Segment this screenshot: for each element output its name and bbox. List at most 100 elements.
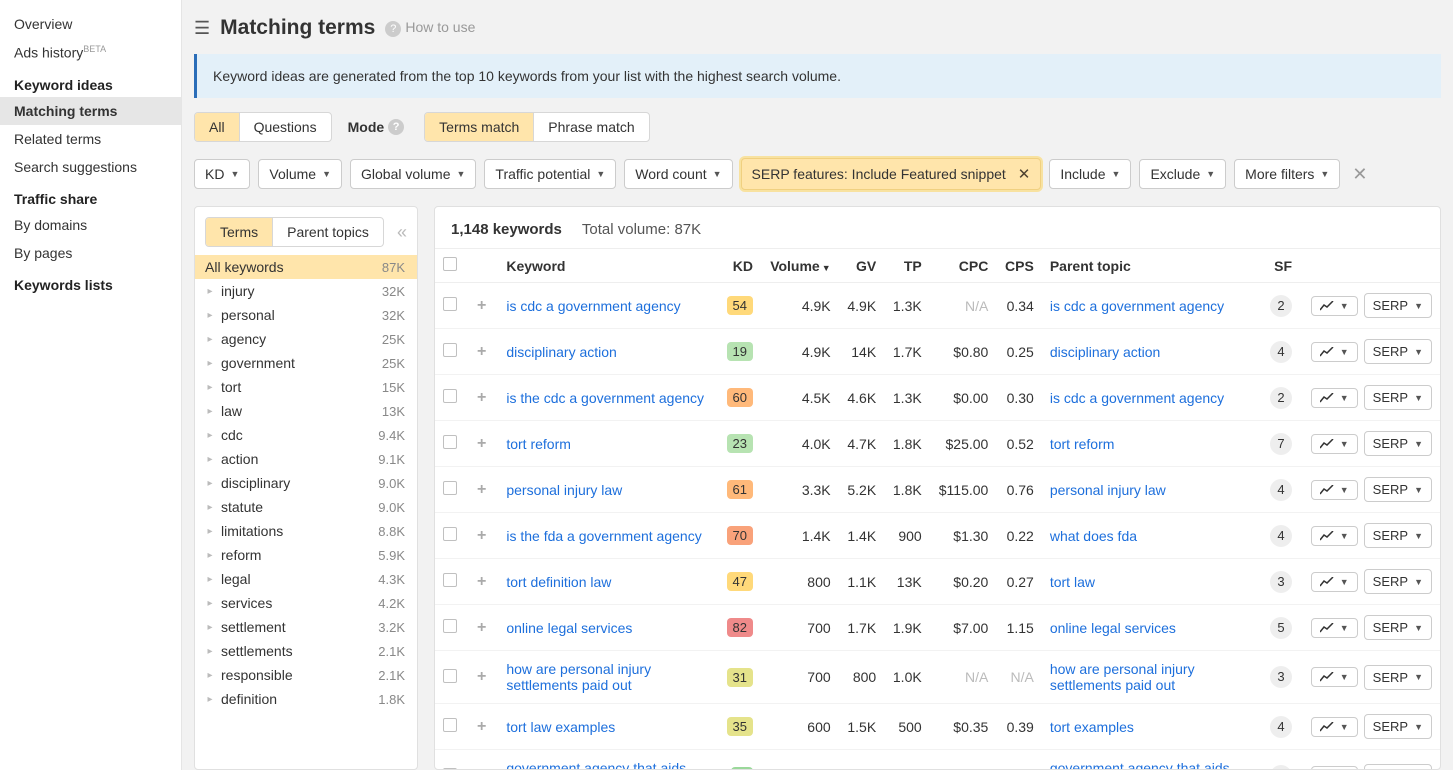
keyword-link[interactable]: tort law examples	[506, 719, 615, 735]
term-row[interactable]: ▸responsible2.1K	[195, 663, 417, 687]
serp-button[interactable]: SERP ▼	[1364, 339, 1432, 364]
trend-button[interactable]: ▼	[1311, 667, 1358, 687]
row-checkbox[interactable]	[443, 435, 457, 449]
serp-button[interactable]: SERP ▼	[1364, 385, 1432, 410]
keyword-link[interactable]: is the fda a government agency	[506, 528, 701, 544]
serp-button[interactable]: SERP ▼	[1364, 569, 1432, 594]
expand-icon[interactable]: +	[477, 435, 486, 452]
keyword-link[interactable]: tort definition law	[506, 574, 611, 590]
expand-icon[interactable]: +	[477, 573, 486, 590]
trend-button[interactable]: ▼	[1311, 618, 1358, 638]
keyword-link[interactable]: is cdc a government agency	[506, 298, 680, 314]
col-kd[interactable]: KD	[718, 249, 761, 283]
row-checkbox[interactable]	[443, 768, 457, 770]
parent-topic-link[interactable]: tort examples	[1050, 719, 1134, 735]
select-all-checkbox[interactable]	[443, 257, 457, 271]
parent-topic-link[interactable]: tort law	[1050, 574, 1095, 590]
view-questions[interactable]: Questions	[240, 113, 331, 141]
sf-badge[interactable]: 4	[1270, 525, 1292, 547]
sidebar-item-by-pages[interactable]: By pages	[0, 239, 181, 267]
parent-topic-link[interactable]: online legal services	[1050, 620, 1176, 636]
keyword-link[interactable]: is the cdc a government agency	[506, 390, 704, 406]
serp-button[interactable]: SERP ▼	[1364, 477, 1432, 502]
trend-button[interactable]: ▼	[1311, 766, 1358, 769]
clear-filters-icon[interactable]: ✕	[1352, 164, 1367, 185]
term-row[interactable]: ▸statute9.0K	[195, 495, 417, 519]
sidebar-item-search-suggestions[interactable]: Search suggestions	[0, 153, 181, 181]
help-icon[interactable]: ?	[388, 119, 404, 135]
serp-button[interactable]: SERP ▼	[1364, 665, 1432, 690]
expand-icon[interactable]: +	[477, 527, 486, 544]
term-row[interactable]: ▸law13K	[195, 399, 417, 423]
serp-button[interactable]: SERP ▼	[1364, 714, 1432, 739]
expand-icon[interactable]: +	[477, 389, 486, 406]
parent-topic-link[interactable]: tort reform	[1050, 436, 1115, 452]
expand-icon[interactable]: +	[477, 297, 486, 314]
col-volume[interactable]: Volume▼	[761, 249, 839, 283]
expand-icon[interactable]: +	[477, 619, 486, 636]
col-sf[interactable]: SF	[1261, 249, 1300, 283]
trend-button[interactable]: ▼	[1311, 342, 1358, 362]
parent-topic-link[interactable]: what does fda	[1050, 528, 1137, 544]
sf-badge[interactable]: 4	[1270, 479, 1292, 501]
filter-include[interactable]: Include▼	[1049, 159, 1131, 189]
term-row[interactable]: ▸personal32K	[195, 303, 417, 327]
parent-topic-link[interactable]: personal injury law	[1050, 482, 1166, 498]
expand-icon[interactable]: +	[477, 481, 486, 498]
sf-badge[interactable]: 4	[1270, 341, 1292, 363]
terms-tab-parent-topics[interactable]: Parent topics	[273, 218, 383, 246]
row-checkbox[interactable]	[443, 297, 457, 311]
row-checkbox[interactable]	[443, 343, 457, 357]
term-row[interactable]: ▸services4.2K	[195, 591, 417, 615]
parent-topic-link[interactable]: government agency that aids entrepreneur…	[1050, 760, 1250, 769]
trend-button[interactable]: ▼	[1311, 296, 1358, 316]
trend-button[interactable]: ▼	[1311, 572, 1358, 592]
filter-more[interactable]: More filters▼	[1234, 159, 1340, 189]
serp-button[interactable]: SERP ▼	[1364, 523, 1432, 548]
serp-button[interactable]: SERP ▼	[1364, 431, 1432, 456]
trend-button[interactable]: ▼	[1311, 480, 1358, 500]
sidebar-item-related-terms[interactable]: Related terms	[0, 125, 181, 153]
view-all[interactable]: All	[195, 113, 240, 141]
filter-volume[interactable]: Volume▼	[258, 159, 342, 189]
expand-icon[interactable]: +	[477, 767, 486, 769]
serp-button[interactable]: SERP ▼	[1364, 764, 1432, 770]
expand-icon[interactable]: +	[477, 343, 486, 360]
col-gv[interactable]: GV	[839, 249, 885, 283]
keyword-link[interactable]: disciplinary action	[506, 344, 617, 360]
filter-kd[interactable]: KD▼	[194, 159, 250, 189]
hamburger-icon[interactable]: ☰	[194, 18, 210, 39]
mode-phrase-match[interactable]: Phrase match	[534, 113, 648, 141]
filter-traffic-potential[interactable]: Traffic potential▼	[484, 159, 616, 189]
serp-button[interactable]: SERP ▼	[1364, 293, 1432, 318]
term-row[interactable]: ▸injury32K	[195, 279, 417, 303]
sf-badge[interactable]: 7	[1270, 433, 1292, 455]
trend-button[interactable]: ▼	[1311, 526, 1358, 546]
trend-button[interactable]: ▼	[1311, 434, 1358, 454]
term-row[interactable]: ▸reform5.9K	[195, 543, 417, 567]
term-row[interactable]: ▸government25K	[195, 351, 417, 375]
parent-topic-link[interactable]: how are personal injury settlements paid…	[1050, 661, 1250, 693]
sf-badge[interactable]: 2	[1270, 765, 1292, 769]
parent-topic-link[interactable]: is cdc a government agency	[1050, 298, 1224, 314]
row-checkbox[interactable]	[443, 718, 457, 732]
keyword-link[interactable]: tort reform	[506, 436, 571, 452]
filter-exclude[interactable]: Exclude▼	[1139, 159, 1226, 189]
term-row[interactable]: ▸disciplinary9.0K	[195, 471, 417, 495]
filter-word-count[interactable]: Word count▼	[624, 159, 732, 189]
row-checkbox[interactable]	[443, 527, 457, 541]
sf-badge[interactable]: 2	[1270, 387, 1292, 409]
term-row[interactable]: ▸settlements2.1K	[195, 639, 417, 663]
row-checkbox[interactable]	[443, 619, 457, 633]
term-row[interactable]: ▸definition1.8K	[195, 687, 417, 711]
sidebar-item-matching-terms[interactable]: Matching terms	[0, 97, 181, 125]
sf-badge[interactable]: 5	[1270, 617, 1292, 639]
sf-badge[interactable]: 3	[1270, 666, 1292, 688]
term-row[interactable]: ▸action9.1K	[195, 447, 417, 471]
help-link[interactable]: ?How to use	[385, 19, 475, 37]
keyword-link[interactable]: personal injury law	[506, 482, 622, 498]
terms-tab-terms[interactable]: Terms	[206, 218, 273, 246]
sidebar-item-by-domains[interactable]: By domains	[0, 211, 181, 239]
term-row[interactable]: ▸limitations8.8K	[195, 519, 417, 543]
col-cps[interactable]: CPS	[996, 249, 1042, 283]
